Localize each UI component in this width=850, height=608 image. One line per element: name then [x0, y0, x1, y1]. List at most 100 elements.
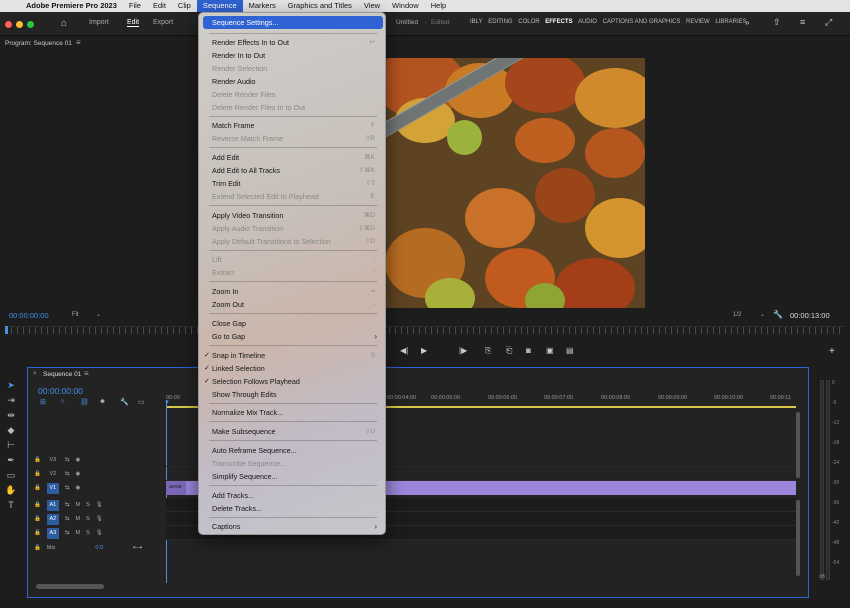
chevron-down-icon[interactable]: ⌄: [760, 311, 765, 318]
menu-item-captions[interactable]: Captions ›: [203, 520, 383, 533]
mic-icon[interactable]: 🎙: [96, 502, 103, 508]
workspace-tab-review[interactable]: REVIEW: [686, 19, 710, 25]
mute-button[interactable]: M: [75, 516, 80, 522]
mix-value[interactable]: 0.0: [95, 545, 103, 551]
menu-sequence[interactable]: Sequence: [196, 0, 243, 12]
track-header-a2[interactable]: 🔒 A2 ⇆ M S 🎙: [28, 512, 165, 526]
workspace-tab[interactable]: IBLY: [470, 19, 483, 25]
lock-icon[interactable]: 🔒: [34, 516, 41, 522]
minimize-window-button[interactable]: [16, 21, 23, 28]
add-button-icon[interactable]: +: [829, 346, 835, 357]
menu-item-delete-tracks[interactable]: Delete Tracks...: [203, 502, 383, 515]
horizontal-scrollbar[interactable]: [36, 584, 104, 589]
menu-item-make-subsequence[interactable]: Make Subsequence ⇧U: [203, 425, 383, 438]
multicam-icon[interactable]: ▤: [566, 346, 574, 355]
eye-icon[interactable]: ◉: [75, 485, 80, 491]
nav-export[interactable]: Export: [153, 19, 173, 26]
menu-item-show-through-edits[interactable]: Show Through Edits: [203, 388, 383, 401]
sync-icon[interactable]: ⇆: [65, 530, 70, 536]
razor-tool-icon[interactable]: ◆: [4, 423, 18, 438]
track-select-tool-icon[interactable]: ⇥: [4, 393, 18, 408]
track-header-v2[interactable]: 🔒 V2 ⇆ ◉: [28, 467, 165, 481]
menu-item-zoom-out[interactable]: Zoom Out -: [203, 298, 383, 311]
track-name-v3[interactable]: V3: [47, 455, 59, 466]
panel-menu-icon[interactable]: ≡: [76, 38, 81, 47]
menu-item-simplify-sequence[interactable]: Simplify Sequence...: [203, 470, 383, 483]
workspace-tab-editing[interactable]: EDITING: [488, 19, 512, 25]
sync-icon[interactable]: ⇆: [65, 502, 70, 508]
menu-item-delete-render-files-in-to-out[interactable]: Delete Render Files In to Out: [203, 101, 383, 114]
close-window-button[interactable]: [5, 21, 12, 28]
sync-icon[interactable]: ⇆: [65, 457, 70, 463]
wrench-icon[interactable]: 🔧: [120, 398, 129, 406]
track-header-a1[interactable]: 🔒 A1 ⇆ M S 🎙: [28, 498, 165, 512]
play-icon[interactable]: ▶: [421, 346, 427, 355]
menu-item-go-to-gap[interactable]: Go to Gap ›: [203, 330, 383, 343]
step-forward-icon[interactable]: |▶: [459, 346, 467, 355]
track-header-a3[interactable]: 🔒 A3 ⇆ M S 🎙: [28, 526, 165, 540]
menu-item-snap-in-timeline[interactable]: ✓ Snap in Timeline S: [203, 349, 383, 362]
menu-icon[interactable]: ≡: [800, 17, 805, 27]
rectangle-tool-icon[interactable]: ▭: [4, 468, 18, 483]
menu-item-render-audio[interactable]: Render Audio: [203, 75, 383, 88]
workspace-tab-color[interactable]: COLOR: [518, 19, 539, 25]
menu-item-add-edit[interactable]: Add Edit ⌘K: [203, 151, 383, 164]
fullscreen-icon[interactable]: ⤢: [825, 17, 832, 28]
sequence-timecode[interactable]: 00:00:00:00: [38, 386, 83, 396]
mix-end-icon[interactable]: ⇤⇥: [133, 545, 142, 551]
track-name-a3[interactable]: A3: [46, 527, 59, 539]
pen-tool-icon[interactable]: ✒: [4, 453, 18, 468]
resolution-dropdown[interactable]: 1/2: [733, 312, 741, 318]
lock-icon[interactable]: 🔒: [34, 485, 41, 491]
selection-tool-icon[interactable]: ➤: [4, 378, 18, 393]
solo-button[interactable]: S: [86, 502, 90, 508]
linked-selection-icon[interactable]: ⛓: [80, 398, 89, 406]
menu-item-apply-default-transitions[interactable]: Apply Default Transitions to Selection ⇧D: [203, 235, 383, 248]
chevron-down-icon[interactable]: ⌄: [96, 311, 101, 318]
video-vertical-scrollbar[interactable]: [796, 412, 800, 478]
chevron-right-icon[interactable]: »: [745, 18, 749, 27]
lock-icon[interactable]: 🔒: [34, 530, 41, 536]
wrench-icon[interactable]: 🔧: [773, 310, 783, 319]
menu-help[interactable]: Help: [425, 0, 452, 12]
lock-icon[interactable]: 🔒: [34, 457, 41, 463]
menu-item-normalize-mix-track[interactable]: Normalize Mix Track...: [203, 406, 383, 419]
menu-item-transcribe-sequence[interactable]: Transcribe Sequence...: [203, 457, 383, 470]
menu-item-selection-follows-playhead[interactable]: ✓ Selection Follows Playhead: [203, 375, 383, 388]
share-icon[interactable]: ⇧: [773, 17, 781, 28]
program-monitor-title[interactable]: Program: Sequence 01: [5, 40, 72, 47]
program-timeline-ruler[interactable]: [5, 326, 845, 334]
eye-icon[interactable]: ◉: [75, 457, 80, 463]
menu-item-extend-selected-edit[interactable]: Extend Selected Edit to Playhead E: [203, 190, 383, 203]
lock-icon[interactable]: 🔒: [34, 502, 41, 508]
home-icon[interactable]: ⌂: [61, 18, 67, 29]
extract-icon[interactable]: ⎗: [506, 346, 512, 356]
menu-item-apply-video-transition[interactable]: Apply Video Transition ⌘D: [203, 209, 383, 222]
workspace-tab-audio[interactable]: AUDIO: [578, 19, 597, 25]
close-tab-icon[interactable]: ×: [33, 371, 37, 377]
type-tool-icon[interactable]: T: [4, 498, 18, 513]
nav-edit[interactable]: Edit: [127, 19, 140, 27]
sequence-tab[interactable]: Sequence 01: [43, 371, 81, 378]
menu-item-close-gap[interactable]: Close Gap: [203, 317, 383, 330]
sync-icon[interactable]: ⇆: [65, 485, 70, 491]
menu-item-add-edit-to-all-tracks[interactable]: Add Edit to All Tracks ⇧⌘K: [203, 164, 383, 177]
add-marker-icon[interactable]: ⬥: [100, 398, 105, 406]
track-name-v2[interactable]: V2: [47, 469, 59, 480]
solo-button[interactable]: S: [86, 516, 90, 522]
captions-icon[interactable]: ▭: [138, 398, 145, 406]
menu-markers[interactable]: Markers: [243, 0, 282, 12]
slip-tool-icon[interactable]: ⊢: [4, 438, 18, 453]
menu-item-zoom-in[interactable]: Zoom In =: [203, 285, 383, 298]
menu-file[interactable]: File: [123, 0, 147, 12]
lock-icon[interactable]: 🔒: [34, 471, 41, 477]
track-name-v1[interactable]: V1: [46, 482, 59, 494]
camera-icon[interactable]: ◙: [526, 346, 531, 355]
menu-item-add-tracks[interactable]: Add Tracks...: [203, 489, 383, 502]
step-back-icon[interactable]: ◀|: [400, 346, 408, 355]
menu-app-name[interactable]: Adobe Premiere Pro 2023: [20, 0, 123, 12]
track-name-a1[interactable]: A1: [46, 499, 59, 511]
menu-item-render-selection[interactable]: Render Selection: [203, 62, 383, 75]
ripple-edit-tool-icon[interactable]: ⇹: [4, 408, 18, 423]
mic-icon[interactable]: 🎙: [96, 516, 103, 522]
